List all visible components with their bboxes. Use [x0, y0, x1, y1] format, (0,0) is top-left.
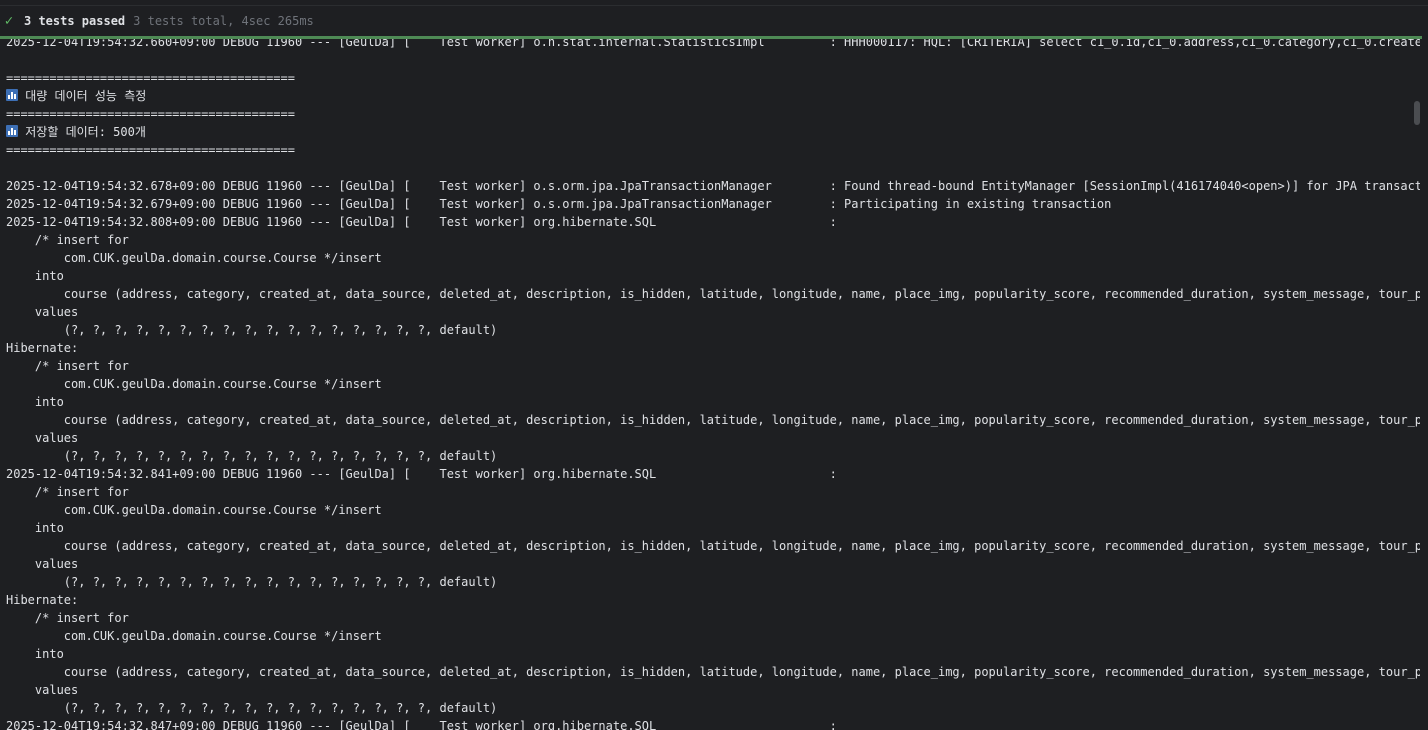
console-line: 2025-12-04T19:54:32.679+09:00 DEBUG 1196…	[6, 195, 1111, 213]
console-line: ========================================	[6, 69, 295, 87]
console-line-text: course (address, category, created_at, d…	[6, 539, 1420, 553]
console-line-text: values	[6, 305, 79, 319]
console-line: /* insert for	[6, 609, 129, 627]
console-line-text: into	[6, 395, 64, 409]
console-line-text: ========================================	[6, 143, 295, 157]
console-output[interactable]: 2025-12-04T19:54:32.660+09:00 DEBUG 1196…	[0, 33, 1420, 730]
console-line-text: into	[6, 521, 64, 535]
console-line: into	[6, 645, 64, 663]
console-line-text: 2025-12-04T19:54:32.678+09:00 DEBUG 1196…	[6, 179, 1420, 193]
console-line: 2025-12-04T19:54:32.841+09:00 DEBUG 1196…	[6, 465, 837, 483]
console-line-text: /* insert for	[6, 611, 129, 625]
check-icon: ✓	[4, 13, 14, 29]
console-line: ========================================	[6, 141, 295, 159]
console-line: Hibernate:	[6, 591, 78, 609]
console-line-text: 2025-12-04T19:54:32.841+09:00 DEBUG 1196…	[6, 467, 837, 481]
console-line-text: com.CUK.geulDa.domain.course.Course */in…	[6, 251, 382, 265]
console-line-text: /* insert for	[6, 359, 129, 373]
console-line-text: (?, ?, ?, ?, ?, ?, ?, ?, ?, ?, ?, ?, ?, …	[6, 701, 498, 715]
console-line-text: /* insert for	[6, 233, 129, 247]
console-line-text: com.CUK.geulDa.domain.course.Course */in…	[6, 503, 382, 517]
bar-chart-icon	[6, 125, 18, 139]
console-line-text: 대량 데이터 성능 측정	[25, 89, 147, 103]
console-line: course (address, category, created_at, d…	[6, 537, 1420, 555]
console-line: into	[6, 393, 64, 411]
console-line: 2025-12-04T19:54:32.847+09:00 DEBUG 1196…	[6, 717, 837, 730]
console-line-text: values	[6, 683, 79, 697]
console-line-text: com.CUK.geulDa.domain.course.Course */in…	[6, 377, 382, 391]
console-scrollbar[interactable]	[1414, 40, 1428, 730]
console-line-text: /* insert for	[6, 485, 129, 499]
console-line: 2025-12-04T19:54:32.808+09:00 DEBUG 1196…	[6, 213, 837, 231]
console-scrollbar-thumb[interactable]	[1414, 101, 1420, 125]
test-status-bar: ✓ 3 tests passed 3 tests total, 4sec 265…	[0, 6, 1428, 36]
console-line-text: values	[6, 431, 79, 445]
console-line-text: into	[6, 647, 64, 661]
console-line: course (address, category, created_at, d…	[6, 411, 1420, 429]
console-line: into	[6, 267, 64, 285]
console-line: 저장할 데이터: 500개	[6, 123, 146, 141]
console-line: (?, ?, ?, ?, ?, ?, ?, ?, ?, ?, ?, ?, ?, …	[6, 699, 497, 717]
console-line: Hibernate:	[6, 339, 78, 357]
tests-meta-label: 3 tests total, 4sec 265ms	[133, 14, 314, 28]
console-line: /* insert for	[6, 357, 129, 375]
console-line-text: 2025-12-04T19:54:32.847+09:00 DEBUG 1196…	[6, 719, 837, 730]
console-line-text: ========================================	[6, 71, 295, 85]
console-line: (?, ?, ?, ?, ?, ?, ?, ?, ?, ?, ?, ?, ?, …	[6, 573, 497, 591]
console-line-text: com.CUK.geulDa.domain.course.Course */in…	[6, 629, 382, 643]
console-line-text: ========================================	[6, 107, 295, 121]
console-line-text: (?, ?, ?, ?, ?, ?, ?, ?, ?, ?, ?, ?, ?, …	[6, 575, 498, 589]
console-line-text: (?, ?, ?, ?, ?, ?, ?, ?, ?, ?, ?, ?, ?, …	[6, 449, 498, 463]
console-line: values	[6, 681, 78, 699]
console-line: ========================================	[6, 105, 295, 123]
console-line: 대량 데이터 성능 측정	[6, 87, 146, 105]
console-line: 2025-12-04T19:54:32.678+09:00 DEBUG 1196…	[6, 177, 1420, 195]
console-line-text: values	[6, 557, 79, 571]
console-line-text: 2025-12-04T19:54:32.808+09:00 DEBUG 1196…	[6, 215, 837, 229]
console-line-text: (?, ?, ?, ?, ?, ?, ?, ?, ?, ?, ?, ?, ?, …	[6, 323, 498, 337]
console-line-text: course (address, category, created_at, d…	[6, 665, 1420, 679]
console-line-text: 2025-12-04T19:54:32.679+09:00 DEBUG 1196…	[6, 197, 1112, 211]
console-line: values	[6, 555, 78, 573]
console-line: course (address, category, created_at, d…	[6, 663, 1420, 681]
progress-line	[0, 36, 1422, 39]
console-line: (?, ?, ?, ?, ?, ?, ?, ?, ?, ?, ?, ?, ?, …	[6, 447, 497, 465]
console-line: into	[6, 519, 64, 537]
console-line: (?, ?, ?, ?, ?, ?, ?, ?, ?, ?, ?, ?, ?, …	[6, 321, 497, 339]
console-line: com.CUK.geulDa.domain.course.Course */in…	[6, 249, 382, 267]
console-line-text: Hibernate:	[6, 341, 79, 355]
console-line: course (address, category, created_at, d…	[6, 285, 1420, 303]
console-line: values	[6, 303, 78, 321]
console-line: com.CUK.geulDa.domain.course.Course */in…	[6, 375, 382, 393]
console-line-text: course (address, category, created_at, d…	[6, 413, 1420, 427]
console-line-text: course (address, category, created_at, d…	[6, 287, 1420, 301]
console-line: com.CUK.geulDa.domain.course.Course */in…	[6, 501, 382, 519]
console-line: values	[6, 429, 78, 447]
console-line-text: 저장할 데이터: 500개	[25, 125, 146, 139]
console-line-text: into	[6, 269, 64, 283]
console-line: /* insert for	[6, 483, 129, 501]
tests-passed-label: 3 tests passed	[24, 14, 126, 28]
console-line: com.CUK.geulDa.domain.course.Course */in…	[6, 627, 382, 645]
bar-chart-icon	[6, 89, 18, 103]
console-line-text: Hibernate:	[6, 593, 79, 607]
console-line: /* insert for	[6, 231, 129, 249]
